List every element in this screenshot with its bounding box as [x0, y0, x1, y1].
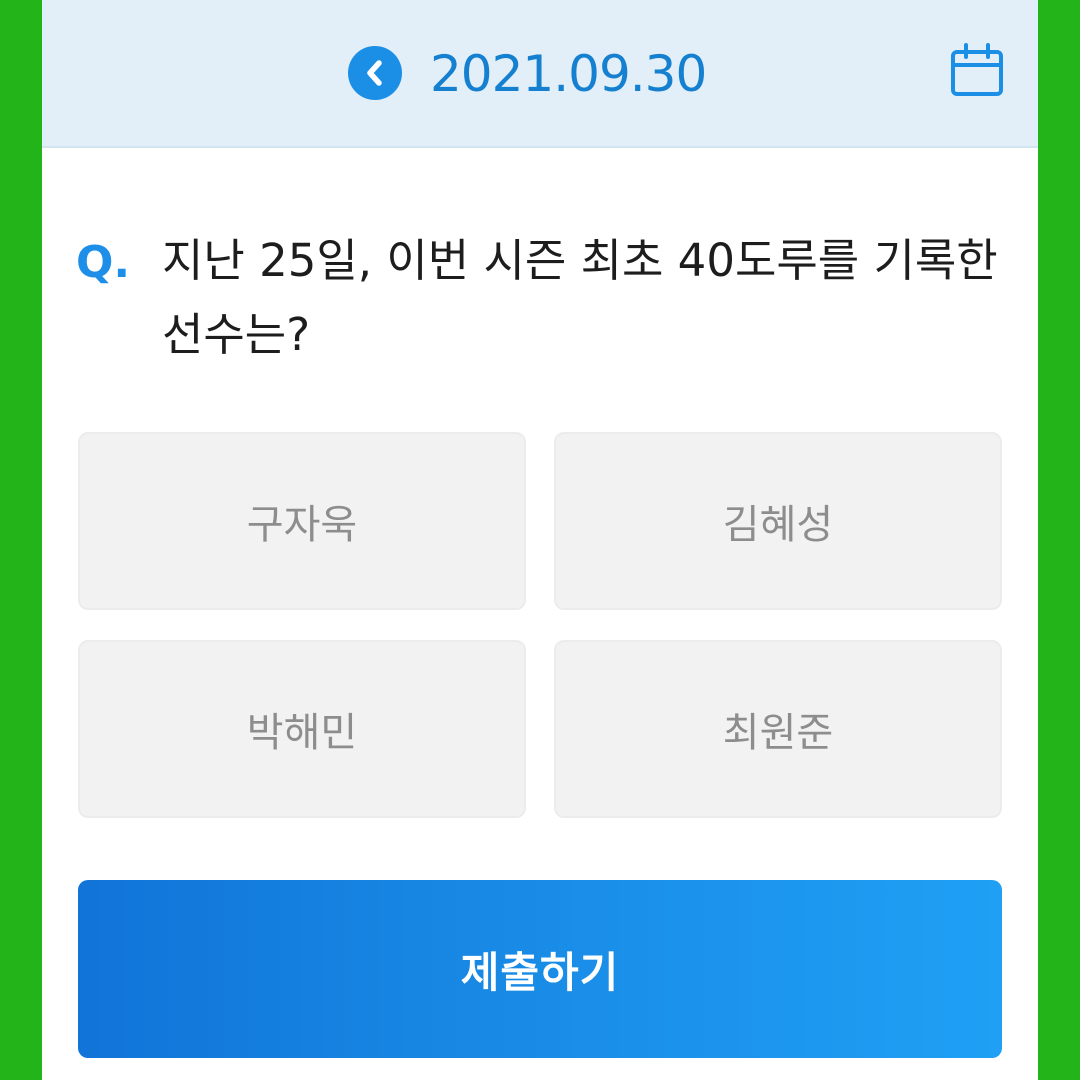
chevron-left-icon — [367, 60, 382, 86]
quiz-screen: 2021.09.30 Q. 지난 25일, 이번 시즌 최초 40도루를 기록한… — [42, 0, 1038, 1080]
current-date: 2021.09.30 — [430, 45, 707, 103]
question-marker: Q. — [76, 237, 131, 288]
previous-date-button[interactable] — [348, 46, 402, 100]
answer-option[interactable]: 김혜성 — [554, 432, 1002, 610]
calendar-icon — [951, 43, 1003, 96]
answer-option[interactable]: 최원준 — [554, 640, 1002, 818]
submit-button[interactable]: 제출하기 — [78, 880, 1002, 1058]
date-header: 2021.09.30 — [42, 0, 1038, 148]
answer-option[interactable]: 박해민 — [78, 640, 526, 818]
calendar-button[interactable] — [948, 42, 1006, 100]
answer-option[interactable]: 구자욱 — [78, 432, 526, 610]
question-text: 지난 25일, 이번 시즌 최초 40도루를 기록한 선수는? — [162, 234, 998, 361]
